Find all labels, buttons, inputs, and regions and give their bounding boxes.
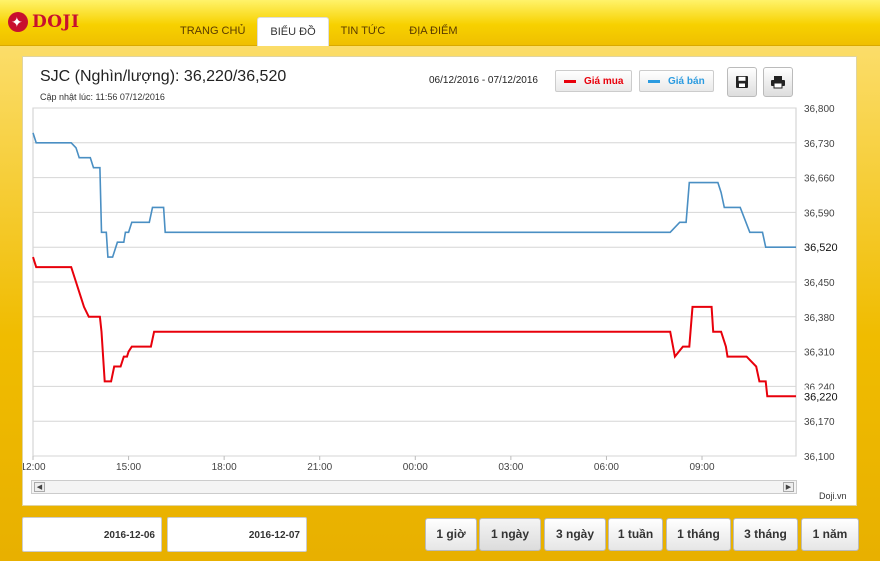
top-navigation-bar: DOJI TRANG CHỦBIỂU ĐỒTIN TỨCĐỊA ĐIỂM (0, 0, 880, 46)
x-tick-label: 03:00 (498, 462, 523, 473)
y-tick-label: 36,310 (804, 348, 835, 359)
range-button-4[interactable]: 1 tháng (666, 518, 731, 551)
x-tick-label: 18:00 (212, 462, 237, 473)
range-button-0[interactable]: 1 giờ (425, 518, 477, 551)
y-tick-label: 36,100 (804, 452, 835, 463)
credit-text: Doji.vn (819, 491, 847, 501)
page-background: DOJI TRANG CHỦBIỂU ĐỒTIN TỨCĐỊA ĐIỂM SJC… (0, 0, 880, 561)
y-tick-label: 36,170 (804, 417, 835, 428)
x-tick-label: 09:00 (690, 462, 715, 473)
y-tick-label: 36,590 (804, 208, 835, 219)
main-nav: TRANG CHỦ BIỂU ĐỒ TIN TỨC ĐỊA ĐIỂM (168, 17, 470, 46)
brand-name: DOJI (32, 12, 80, 32)
last-value-label: 36,520 (804, 242, 838, 254)
nav-tab-0[interactable]: TRANG CHỦ (168, 17, 257, 46)
doji-star-icon (8, 12, 28, 32)
from-date-field[interactable]: 2016-12-06 (22, 517, 162, 552)
range-button-6[interactable]: 1 năm (801, 518, 859, 551)
range-button-5[interactable]: 3 tháng (733, 518, 798, 551)
x-tick-label: 06:00 (594, 462, 619, 473)
x-tick-label: 00:00 (403, 462, 428, 473)
y-tick-label: 36,660 (804, 174, 835, 185)
x-tick-label: 15:00 (116, 462, 141, 473)
last-value-label: 36,220 (804, 391, 838, 403)
nav-tab-3[interactable]: ĐỊA ĐIỂM (397, 17, 469, 46)
nav-tab-1[interactable]: BIỂU ĐỒ (257, 17, 329, 46)
range-button-3[interactable]: 1 tuần (608, 518, 663, 551)
brand-logo[interactable]: DOJI (8, 10, 80, 34)
price-chart: 36,800 36,730 36,660 36,590 36,520 36,450 36,3… (23, 104, 842, 473)
chart-panel: SJC (Nghìn/lượng): 36,220/36,520 Cập nhậ… (22, 56, 857, 506)
y-tick-label: 36,730 (804, 139, 835, 150)
to-date-field[interactable]: 2016-12-07 (167, 517, 307, 552)
scroll-right-arrow-icon[interactable]: ▶ (783, 482, 794, 492)
x-tick-label: 21:00 (307, 462, 332, 473)
nav-tab-2[interactable]: TIN TỨC (329, 17, 398, 46)
y-tick-label: 36,800 (804, 104, 835, 115)
range-button-1[interactable]: 1 ngày (479, 518, 541, 551)
range-button-2[interactable]: 3 ngày (544, 518, 606, 551)
chart-scrollbar[interactable]: ◀ ▶ (31, 480, 797, 494)
scroll-left-arrow-icon[interactable]: ◀ (34, 482, 45, 492)
y-tick-label: 36,450 (804, 278, 835, 289)
x-tick-label: 12:00 (23, 462, 46, 473)
y-tick-label: 36,380 (804, 313, 835, 324)
